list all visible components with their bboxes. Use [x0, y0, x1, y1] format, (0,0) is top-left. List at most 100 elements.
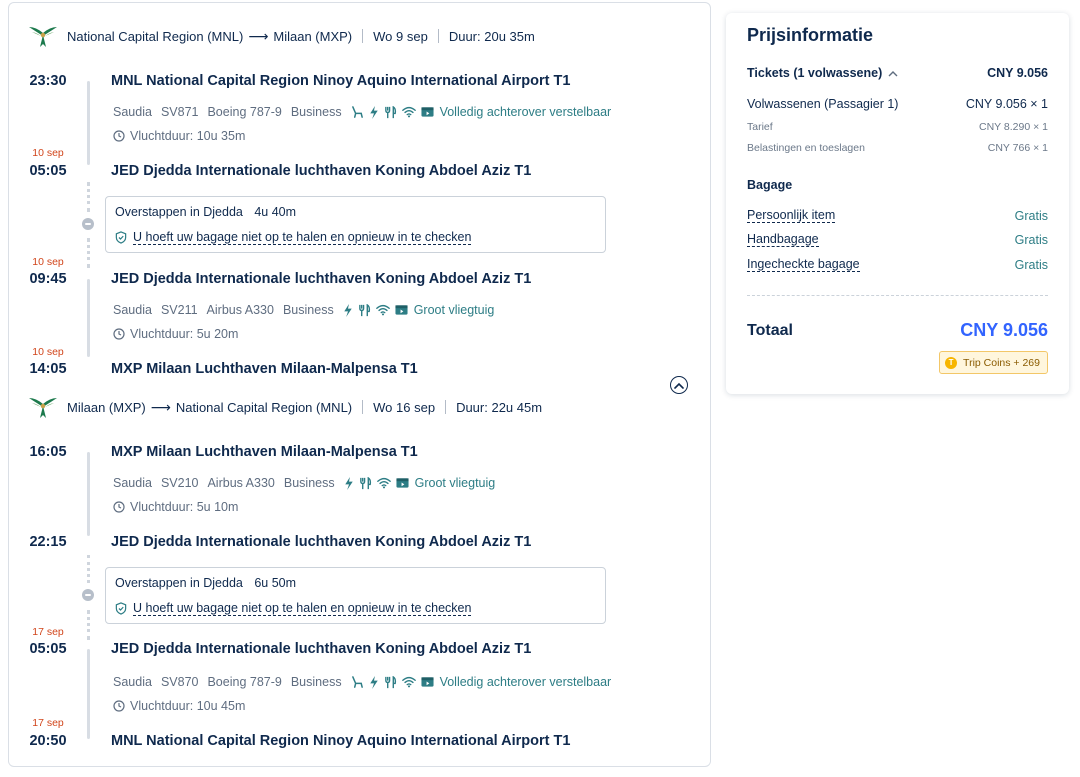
leg-date: Wo 9 sep	[373, 28, 428, 44]
amenity-label: Groot vliegtuig	[414, 476, 496, 490]
shield-icon	[115, 602, 127, 615]
chevron-up-icon	[888, 66, 898, 80]
collapse-button[interactable]	[670, 376, 688, 394]
chevron-up-icon	[674, 382, 684, 389]
flight-duration: Vluchtduur: 5u 20m	[113, 327, 238, 341]
power-icon	[343, 303, 353, 317]
amenities[interactable]: Groot vliegtuig	[344, 476, 496, 490]
baggage-row[interactable]: Persoonlijk item Gratis	[747, 208, 1048, 223]
tax-label: Belastingen en toeslagen	[747, 142, 865, 154]
flight-duration: Vluchtduur: 5u 10m	[113, 500, 238, 514]
amenity-label: Volledig achterover verstelbaar	[439, 675, 612, 689]
seat-recline-icon	[351, 675, 364, 689]
power-icon	[369, 675, 379, 689]
clock-icon	[113, 328, 125, 340]
transfer-label: Overstappen in Djedda	[115, 205, 243, 219]
baggage-item-value: Gratis	[1014, 232, 1048, 247]
cabin-class: Business	[283, 476, 335, 490]
baggage-item-label[interactable]: Persoonlijk item	[747, 208, 836, 223]
power-icon	[369, 105, 379, 119]
amenities[interactable]: Volledig achterover verstelbaar	[351, 675, 612, 689]
cabin-class: Business	[290, 675, 342, 689]
wifi-icon	[376, 477, 391, 489]
leg-date: Wo 16 sep	[373, 399, 436, 415]
trip-coins-badge: T Trip Coins + 269	[939, 351, 1048, 374]
power-icon	[344, 476, 354, 490]
amenities[interactable]: Groot vliegtuig	[343, 303, 495, 317]
trip-coins-text: Trip Coins + 269	[963, 356, 1040, 369]
clock-icon	[113, 130, 125, 142]
baggage-note-text: U hoeft uw bagage niet op te halen en op…	[133, 601, 472, 616]
transfer-info: Overstappen in Djedda 6u 50m	[115, 576, 304, 590]
transfer-duration: 4u 40m	[254, 205, 297, 219]
flight-duration: Vluchtduur: 10u 35m	[113, 129, 245, 143]
arrival-time: 20:50	[29, 733, 67, 749]
flight-duration-text: Vluchtduur: 5u 10m	[130, 500, 239, 514]
wifi-icon	[401, 106, 416, 118]
price-title: Prijsinformatie	[747, 25, 874, 45]
flight-duration-text: Vluchtduur: 10u 45m	[130, 699, 246, 713]
flight-number: SV871	[160, 105, 199, 119]
tickets-total: CNY 9.056	[987, 66, 1048, 80]
entertainment-icon	[396, 477, 409, 489]
tickets-toggle[interactable]: Tickets (1 volwassene)	[747, 66, 898, 80]
baggage-note[interactable]: U hoeft uw bagage niet op te halen en op…	[115, 230, 472, 245]
flight-duration-text: Vluchtduur: 5u 20m	[130, 327, 239, 341]
amenities[interactable]: Volledig achterover verstelbaar	[351, 105, 611, 119]
flight-duration: Vluchtduur: 10u 45m	[113, 699, 245, 713]
baggage-row[interactable]: Ingecheckte bagage Gratis	[747, 257, 1048, 272]
baggage-note[interactable]: U hoeft uw bagage niet op te halen en op…	[115, 601, 472, 616]
fare-label: Tarief	[747, 121, 773, 133]
destination-city: National Capital Region (MNL)	[175, 399, 353, 415]
arrival-airport: JED Djedda Internationale luchthaven Kon…	[111, 534, 532, 550]
departure-date-note: 17 sep	[32, 626, 64, 638]
segment-line	[87, 452, 90, 536]
tickets-label: Tickets (1 volwassene)	[747, 66, 883, 80]
baggage-item-value: Gratis	[1014, 208, 1048, 223]
divider	[747, 295, 1048, 296]
arrival-airport: JED Djedda Internationale luchthaven Kon…	[111, 163, 532, 179]
airline-name: Saudia	[113, 476, 152, 490]
arrival-date-note: 17 sep	[32, 717, 64, 729]
departure-airport: MNL National Capital Region Ninoy Aquino…	[111, 73, 571, 89]
segment-line	[87, 279, 90, 357]
flight-details: Saudia SV210 Airbus A330 Business Groot …	[113, 476, 495, 490]
clock-icon	[113, 700, 125, 712]
transfer-icon	[82, 218, 94, 230]
arrival-time: 05:05	[29, 163, 67, 179]
segment-line	[87, 81, 90, 165]
aircraft-type: Airbus A330	[206, 303, 274, 317]
origin-city: Milaan (MXP)	[67, 399, 146, 415]
baggage-item-label[interactable]: Ingecheckte bagage	[747, 257, 860, 272]
divider	[362, 29, 364, 43]
inbound-leg-header: Milaan (MXP) ⟶ National Capital Region (…	[28, 394, 542, 420]
fare-row: Tarief CNY 8.290 × 1	[747, 121, 1048, 133]
transfer-icon	[82, 589, 94, 601]
total-price: CNY 9.056	[960, 320, 1048, 340]
origin-city: National Capital Region (MNL)	[67, 28, 244, 44]
arrival-date-note: 10 sep	[32, 346, 64, 358]
arrow-right-icon: ⟶	[150, 398, 171, 415]
clock-icon	[113, 501, 125, 513]
departure-time: 16:05	[29, 444, 67, 460]
arrival-time: 14:05	[29, 361, 67, 377]
transfer-box: Overstappen in Djedda 6u 50m U hoeft uw …	[105, 567, 606, 624]
leg-duration: Duur: 20u 35m	[448, 28, 535, 44]
airline-name: Saudia	[113, 675, 152, 689]
transfer-label: Overstappen in Djedda	[115, 576, 243, 590]
fare-value: CNY 8.290 × 1	[979, 121, 1048, 133]
amenity-label: Groot vliegtuig	[413, 303, 495, 317]
meal-icon	[358, 303, 371, 317]
divider	[362, 400, 364, 414]
transfer-box: Overstappen in Djedda 4u 40m U hoeft uw …	[105, 196, 606, 253]
tickets-row[interactable]: Tickets (1 volwassene) CNY 9.056	[747, 66, 1048, 80]
transfer-line	[87, 182, 90, 212]
flight-number: SV870	[160, 675, 199, 689]
segment-line	[87, 649, 90, 739]
outbound-leg-header: National Capital Region (MNL) ⟶ Milaan (…	[28, 23, 535, 49]
baggage-row[interactable]: Handbagage Gratis	[747, 232, 1048, 247]
total-label: Totaal	[747, 322, 793, 339]
destination-city: Milaan (MXP)	[273, 28, 353, 44]
adult-row: Volwassenen (Passagier 1) CNY 9.056 × 1	[747, 97, 1048, 111]
baggage-item-label[interactable]: Handbagage	[747, 232, 819, 247]
